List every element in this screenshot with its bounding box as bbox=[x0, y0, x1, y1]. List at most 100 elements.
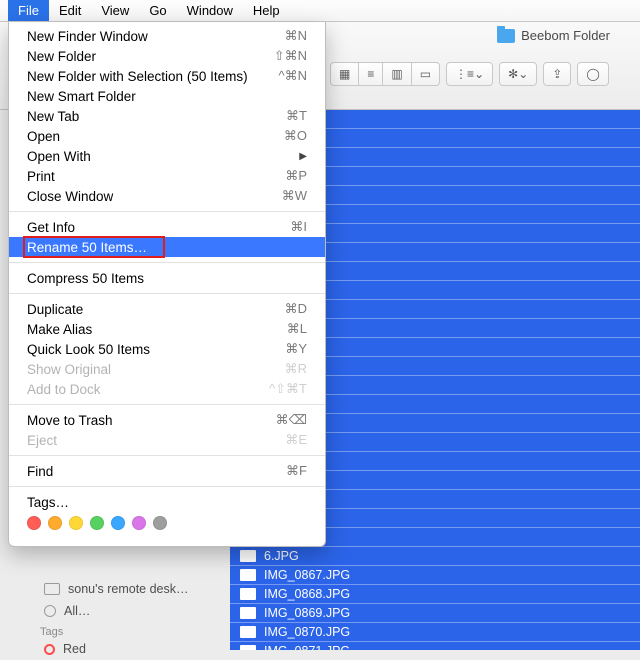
sidebar-item-all[interactable]: All… bbox=[18, 600, 223, 622]
action-button[interactable]: ✻ ⌄ bbox=[499, 62, 537, 86]
menu-item-shortcut: ⌘N bbox=[285, 28, 307, 44]
file-thumbnail-icon bbox=[240, 588, 256, 600]
sidebar-fragment: sonu's remote desk… All… Tags Red bbox=[18, 578, 223, 660]
file-name-label: IMG_0870.JPG bbox=[264, 625, 350, 639]
menu-separator bbox=[9, 262, 325, 263]
menu-item-label: Show Original bbox=[27, 362, 285, 377]
menu-item-shortcut: ⌘R bbox=[285, 361, 307, 377]
window-titlebar: Beebom Folder bbox=[497, 28, 610, 43]
menu-item-tags[interactable]: Tags… bbox=[9, 492, 325, 512]
menu-item-shortcut: ⌘D bbox=[285, 301, 307, 317]
menu-item-label: Close Window bbox=[27, 189, 282, 204]
menu-item-label: Rename 50 Items… bbox=[27, 240, 307, 255]
file-name-label: IMG_0867.JPG bbox=[264, 568, 350, 582]
finder-toolbar: ▦ ≡ ▥ ▭ ⋮≡ ⌄ ✻ ⌄ ⇪ ◯ bbox=[330, 62, 630, 86]
menu-item-get-info[interactable]: Get Info⌘I bbox=[9, 217, 325, 237]
menu-item-open[interactable]: Open⌘O bbox=[9, 126, 325, 146]
menu-item-label: Get Info bbox=[27, 220, 290, 235]
menu-item-new-tab[interactable]: New Tab⌘T bbox=[9, 106, 325, 126]
tag-color-dot[interactable] bbox=[153, 516, 167, 530]
tag-color-dot[interactable] bbox=[48, 516, 62, 530]
red-tag-icon bbox=[44, 644, 55, 655]
menu-item-make-alias[interactable]: Make Alias⌘L bbox=[9, 319, 325, 339]
view-mode-segmented[interactable]: ▦ ≡ ▥ ▭ bbox=[330, 62, 440, 86]
file-row[interactable]: IMG_0870.JPG bbox=[230, 623, 640, 642]
globe-icon bbox=[44, 605, 56, 617]
menu-go[interactable]: Go bbox=[139, 0, 176, 21]
view-icons-button[interactable]: ▦ bbox=[330, 62, 359, 86]
sidebar-tags-header: Tags bbox=[18, 626, 223, 638]
menu-item-shortcut: ^⌘N bbox=[279, 68, 308, 84]
view-gallery-button[interactable]: ▭ bbox=[412, 62, 440, 86]
menu-item-label: New Tab bbox=[27, 109, 286, 124]
menu-item-new-folder-with-selection-50-items[interactable]: New Folder with Selection (50 Items)^⌘N bbox=[9, 66, 325, 86]
menu-item-compress-50-items[interactable]: Compress 50 Items bbox=[9, 268, 325, 288]
menu-item-label: Make Alias bbox=[27, 322, 287, 337]
menu-item-label: New Folder with Selection (50 Items) bbox=[27, 69, 279, 84]
file-row[interactable]: IMG_0869.JPG bbox=[230, 604, 640, 623]
menu-item-new-smart-folder[interactable]: New Smart Folder bbox=[9, 86, 325, 106]
file-thumbnail-icon bbox=[240, 645, 256, 650]
share-button[interactable]: ⇪ bbox=[543, 62, 571, 86]
file-name-label: IMG_0868.JPG bbox=[264, 587, 350, 601]
file-thumbnail-icon bbox=[240, 607, 256, 619]
menu-item-duplicate[interactable]: Duplicate⌘D bbox=[9, 299, 325, 319]
menu-item-find[interactable]: Find⌘F bbox=[9, 461, 325, 481]
tag-color-dot[interactable] bbox=[111, 516, 125, 530]
tag-color-dot[interactable] bbox=[27, 516, 41, 530]
menu-item-shortcut: ⌘O bbox=[284, 128, 307, 144]
menu-item-new-finder-window[interactable]: New Finder Window⌘N bbox=[9, 26, 325, 46]
menu-item-shortcut: ⌘⌫ bbox=[276, 412, 307, 428]
menu-file[interactable]: File bbox=[8, 0, 49, 21]
menubar: File Edit View Go Window Help bbox=[0, 0, 640, 22]
menu-view[interactable]: View bbox=[91, 0, 139, 21]
sidebar-item-label: All… bbox=[64, 604, 90, 618]
menu-item-label: Duplicate bbox=[27, 302, 285, 317]
file-name-label: IMG_0869.JPG bbox=[264, 606, 350, 620]
menu-item-label: New Folder bbox=[27, 49, 274, 64]
menu-item-label: Tags… bbox=[27, 495, 307, 510]
menu-item-new-folder[interactable]: New Folder⇧⌘N bbox=[9, 46, 325, 66]
file-name-label: IMG_0871.JPG bbox=[264, 644, 350, 650]
tag-color-row bbox=[9, 512, 325, 536]
tag-color-dot[interactable] bbox=[90, 516, 104, 530]
file-row[interactable]: IMG_0867.JPG bbox=[230, 566, 640, 585]
menu-item-show-original: Show Original⌘R bbox=[9, 359, 325, 379]
menu-item-quick-look-50-items[interactable]: Quick Look 50 Items⌘Y bbox=[9, 339, 325, 359]
menu-item-shortcut: ⌘I bbox=[290, 219, 307, 235]
menu-item-label: Quick Look 50 Items bbox=[27, 342, 285, 357]
menu-separator bbox=[9, 455, 325, 456]
menu-item-label: New Finder Window bbox=[27, 29, 285, 44]
sidebar-tag-red[interactable]: Red bbox=[18, 638, 223, 660]
display-icon bbox=[44, 583, 60, 595]
menu-item-open-with[interactable]: Open With▶ bbox=[9, 146, 325, 166]
menu-item-shortcut: ⌘L bbox=[287, 321, 307, 337]
menu-separator bbox=[9, 486, 325, 487]
file-row[interactable]: IMG_0871.JPG bbox=[230, 642, 640, 650]
arrange-button[interactable]: ⋮≡ ⌄ bbox=[446, 62, 493, 86]
tags-button[interactable]: ◯ bbox=[577, 62, 608, 86]
view-columns-button[interactable]: ▥ bbox=[383, 62, 411, 86]
menu-item-print[interactable]: Print⌘P bbox=[9, 166, 325, 186]
file-thumbnail-icon bbox=[240, 550, 256, 562]
menu-item-rename-50-items[interactable]: Rename 50 Items… bbox=[9, 237, 325, 257]
menu-item-close-window[interactable]: Close Window⌘W bbox=[9, 186, 325, 206]
sidebar-item-label: Red bbox=[63, 642, 86, 656]
view-list-button[interactable]: ≡ bbox=[359, 62, 383, 86]
file-menu-dropdown: New Finder Window⌘NNew Folder⇧⌘NNew Fold… bbox=[8, 22, 326, 547]
tag-color-dot[interactable] bbox=[132, 516, 146, 530]
menu-item-label: Find bbox=[27, 464, 286, 479]
file-row[interactable]: IMG_0868.JPG bbox=[230, 585, 640, 604]
sidebar-item-remote[interactable]: sonu's remote desk… bbox=[18, 578, 223, 600]
menu-edit[interactable]: Edit bbox=[49, 0, 91, 21]
file-row[interactable]: 6.JPG bbox=[230, 547, 640, 566]
menu-window[interactable]: Window bbox=[177, 0, 243, 21]
menu-item-eject: Eject⌘E bbox=[9, 430, 325, 450]
menu-item-label: Add to Dock bbox=[27, 382, 269, 397]
file-name-label: 6.JPG bbox=[264, 549, 299, 563]
menu-separator bbox=[9, 211, 325, 212]
menu-item-shortcut: ⌘Y bbox=[285, 341, 307, 357]
tag-color-dot[interactable] bbox=[69, 516, 83, 530]
menu-item-move-to-trash[interactable]: Move to Trash⌘⌫ bbox=[9, 410, 325, 430]
menu-help[interactable]: Help bbox=[243, 0, 290, 21]
